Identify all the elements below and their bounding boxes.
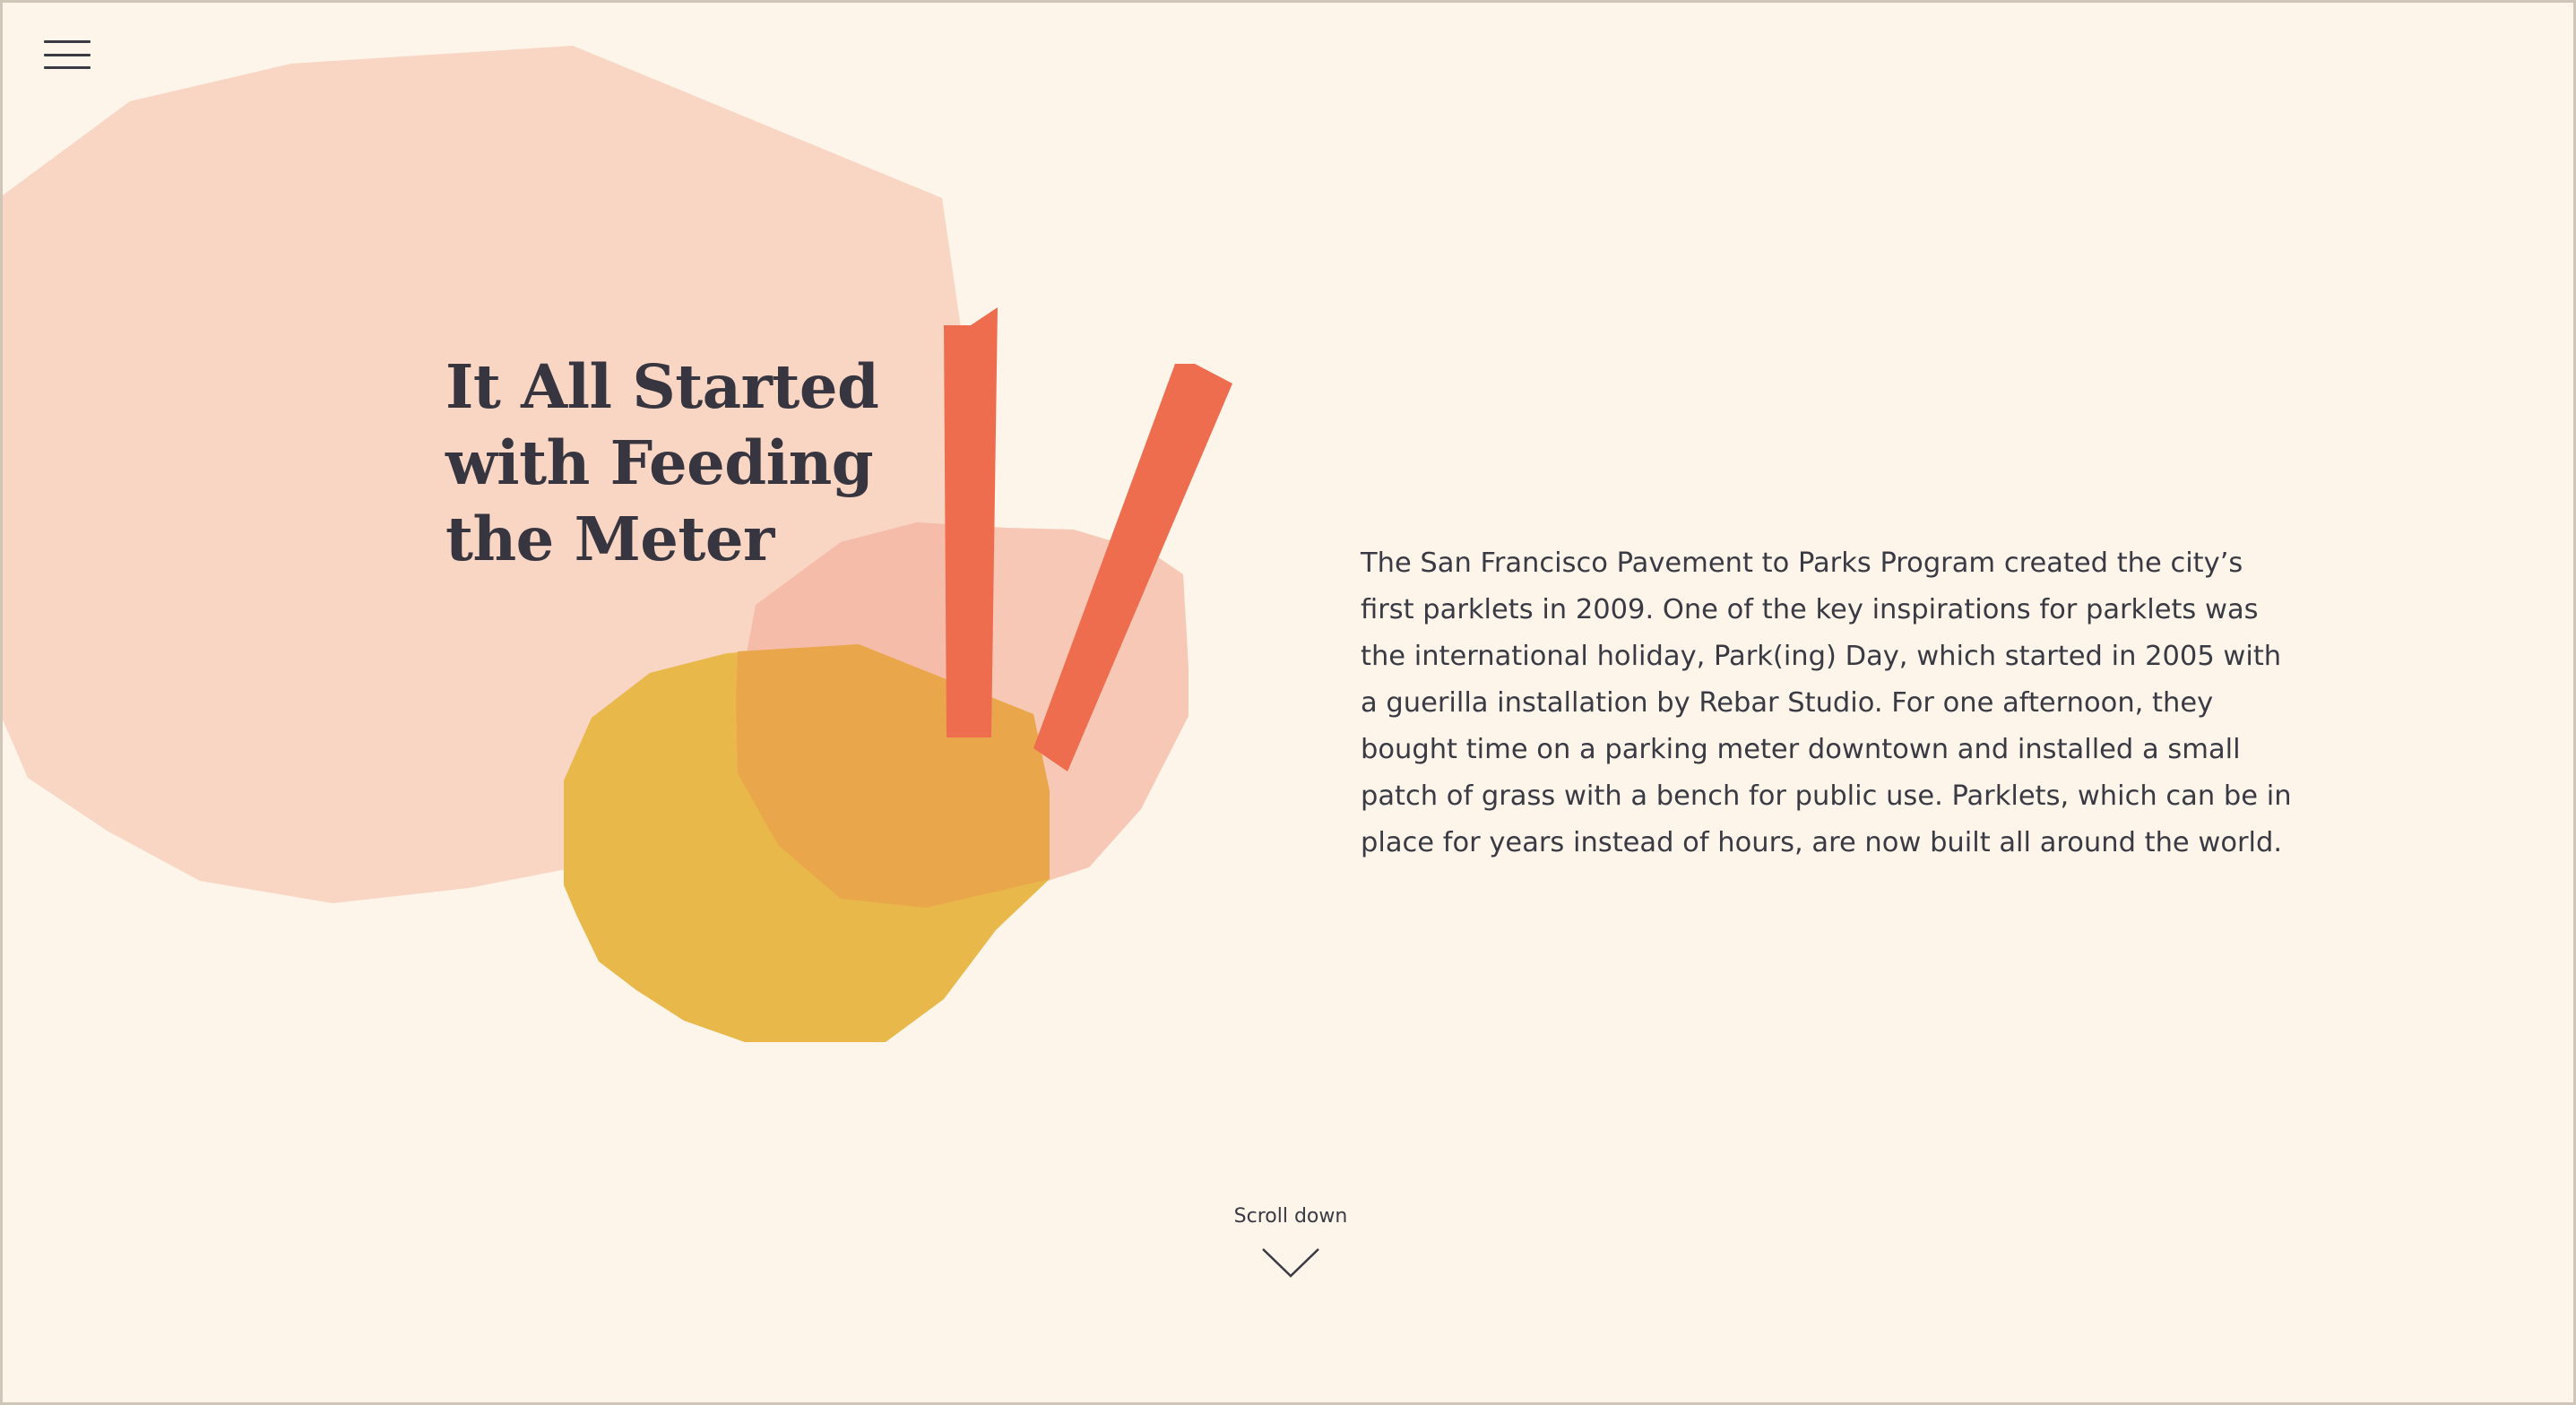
page-frame: It All Started with Feeding the Meter Th… (3, 3, 2573, 1402)
title-line-2: with Feeding (445, 427, 874, 498)
page-title: It All Started with Feeding the Meter (445, 349, 947, 577)
title-line-1: It All Started (445, 351, 879, 422)
menu-bar-top (44, 40, 91, 43)
menu-bar-middle (44, 53, 91, 56)
title-line-3: the Meter (445, 504, 774, 574)
menu-button[interactable] (44, 40, 91, 76)
scroll-down-button[interactable]: Scroll down (1201, 1203, 1380, 1279)
hamburger-menu-icon (44, 40, 91, 69)
menu-bar-bottom (44, 66, 91, 69)
chevron-down-icon (1262, 1248, 1319, 1278)
meter-bar-left (944, 307, 998, 737)
intro-paragraph: The San Francisco Pavement to Parks Prog… (1361, 547, 2292, 858)
scroll-down-label: Scroll down (1233, 1205, 1348, 1228)
